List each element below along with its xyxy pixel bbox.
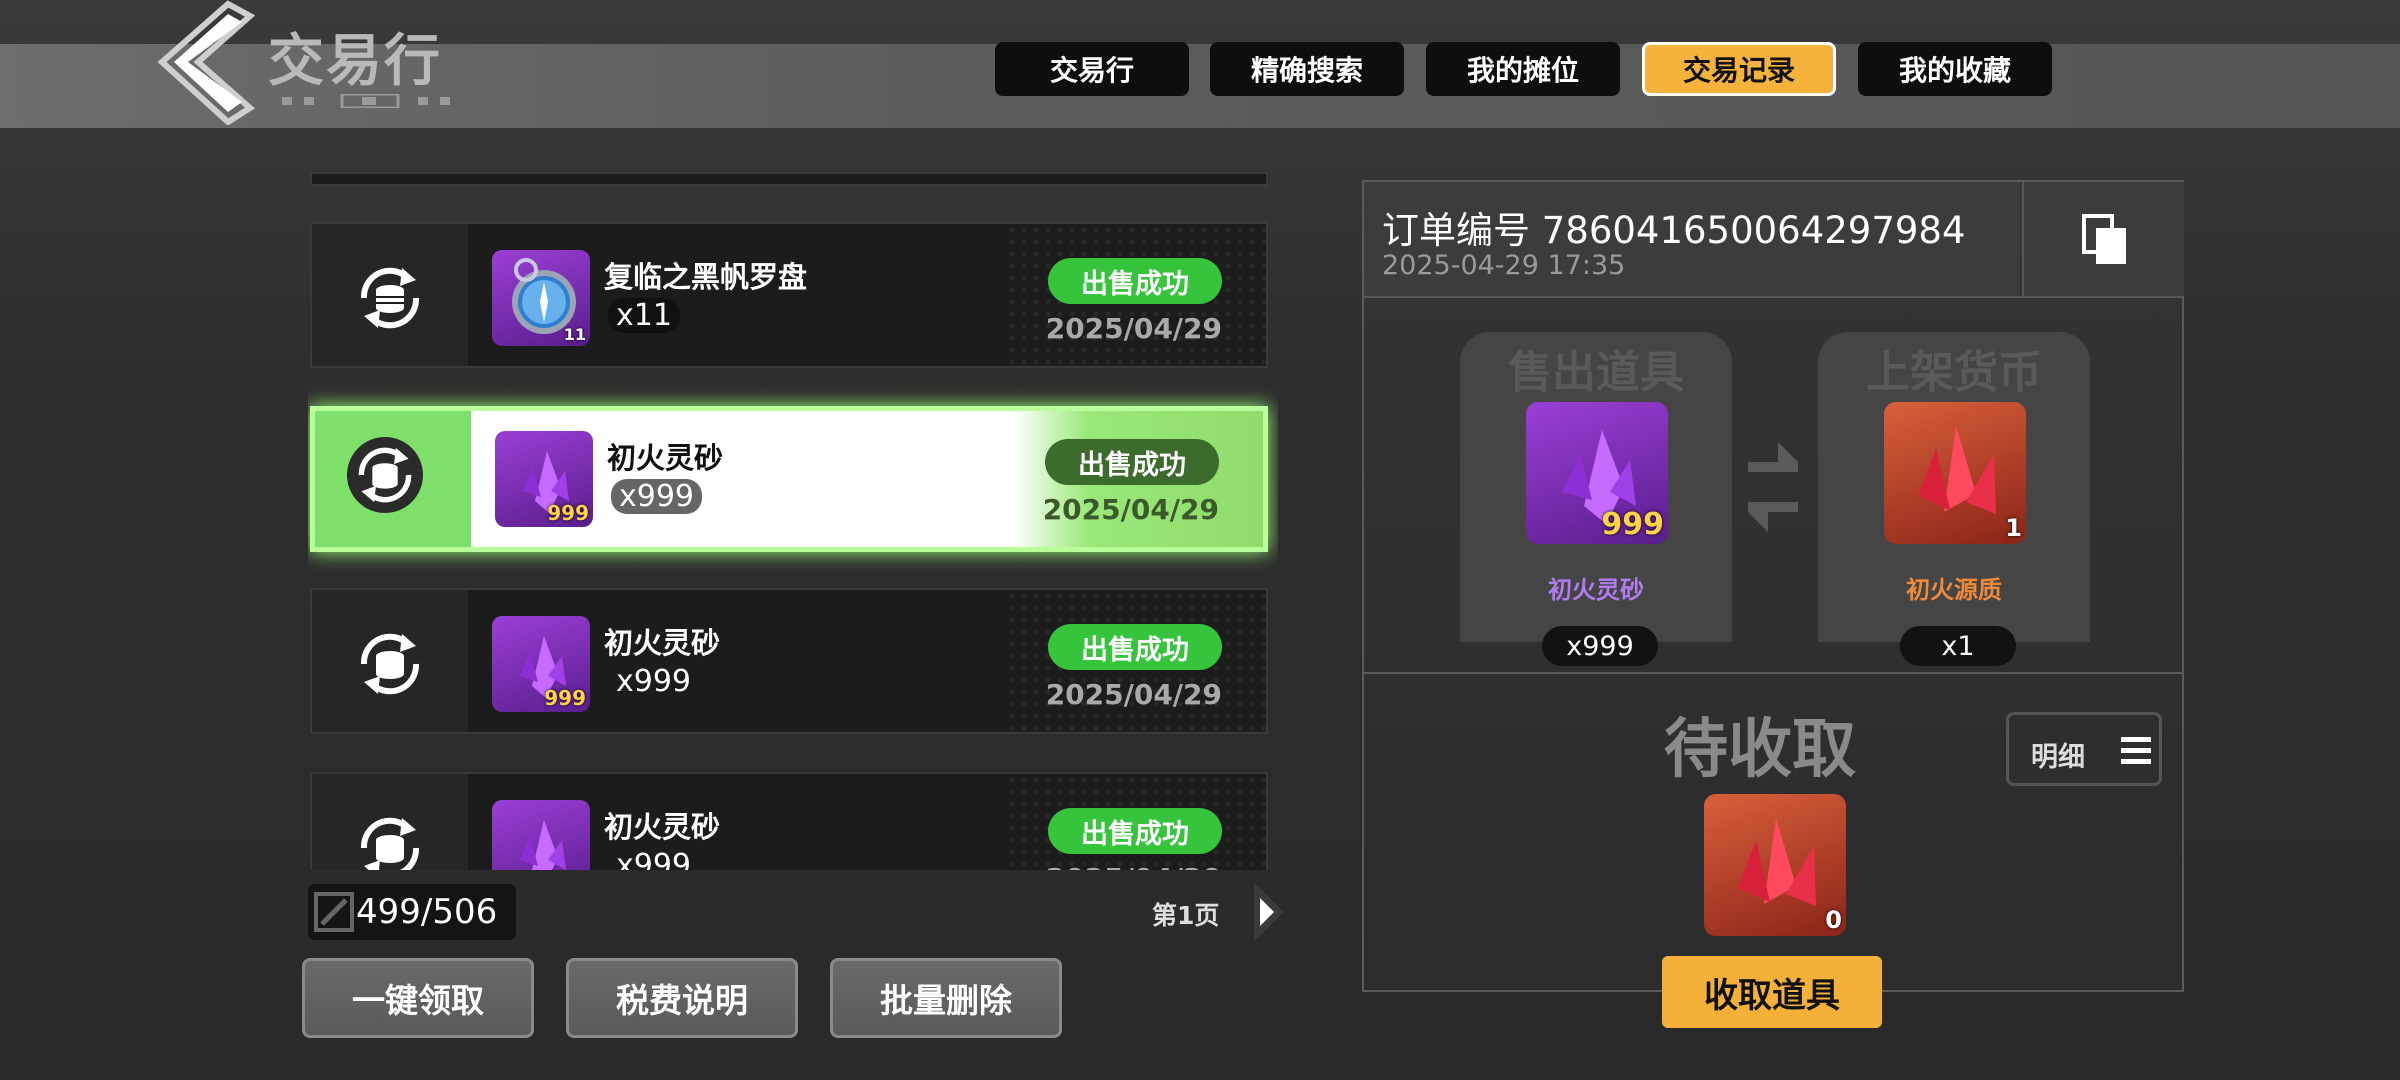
page-title: 交易行 (268, 29, 442, 94)
list-item[interactable]: 999 初火灵砂 x999 出售成功 2025/04/29 (310, 588, 1268, 734)
title-decoration (282, 94, 450, 108)
item-quantity: x999 (616, 848, 692, 870)
copy-icon (2082, 214, 2126, 264)
tax-info-label: 税费说明 (616, 981, 748, 1020)
record-date: 2025/04/29 (1045, 678, 1222, 711)
collect-items-button[interactable]: 收取道具 (1662, 956, 1882, 1028)
order-detail-panel: 订单编号 786041650064297984 2025-04-29 17:35… (1362, 180, 2184, 992)
detail-label: 明细 (2031, 742, 2085, 773)
batch-delete-label: 批量删除 (880, 981, 1012, 1020)
next-page-arrow-icon[interactable] (1252, 872, 1286, 952)
sold-item-badge: 999 (1601, 507, 1664, 542)
claim-all-label: 一键领取 (352, 981, 484, 1020)
tab-precise-search[interactable]: 精确搜索 (1210, 42, 1404, 96)
tab-trade-records[interactable]: 交易记录 (1642, 42, 1836, 96)
status-badge: 出售成功 (1048, 808, 1222, 854)
sold-item-title: 售出道具 (1508, 347, 1684, 398)
status-badge: 出售成功 (1048, 258, 1222, 304)
exchange-arrows-icon (1748, 442, 1798, 532)
order-time: 2025-04-29 17:35 (1382, 250, 1626, 281)
list-item[interactable]: 11 复临之黑帆罗盘 x11 出售成功 2025/04/29 (310, 222, 1268, 368)
price-item-badge: 1 (2005, 514, 2022, 542)
sold-item-thumb: 999 (1526, 402, 1668, 544)
item-quantity: x999 (616, 664, 692, 699)
sold-item-card: 售出道具 999 初火灵砂 (1460, 332, 1732, 642)
status-badge: 出售成功 (1045, 439, 1219, 485)
list-item-partial (310, 172, 1268, 186)
crystal-item-thumb: 999 (495, 431, 593, 527)
batch-delete-button[interactable]: 批量删除 (830, 958, 1062, 1038)
price-currency-name: 初火源质 (1906, 576, 2002, 604)
item-count-badge: 999 (547, 501, 589, 525)
price-currency-card: 上架货币 1 初火源质 (1818, 332, 2090, 642)
item-name: 初火灵砂 (607, 441, 724, 475)
recycle-coins-icon (360, 633, 420, 695)
claim-all-button[interactable]: 一键领取 (302, 958, 534, 1038)
purple-crystal-icon (520, 820, 566, 870)
trade-record-list[interactable]: 11 复临之黑帆罗盘 x11 出售成功 2025/04/29 999 初火灵砂 … (308, 168, 1278, 870)
item-count-badge: 11 (563, 325, 586, 344)
recycle-coins-icon (347, 437, 423, 513)
page-indicator: 第1页 (1152, 901, 1220, 930)
item-name: 复临之黑帆罗盘 (604, 260, 808, 294)
price-currency-qty: x1 (1900, 626, 2016, 666)
collect-items-label: 收取道具 (1704, 975, 1840, 1016)
tab-my-stall[interactable]: 我的摊位 (1426, 42, 1620, 96)
item-count-badge: 999 (544, 686, 586, 710)
order-number: 订单编号 786041650064297984 (1382, 209, 1966, 252)
edit-icon (314, 892, 354, 932)
list-icon (2121, 737, 2151, 764)
sold-item-qty: x999 (1542, 626, 1658, 666)
tax-info-button[interactable]: 税费说明 (566, 958, 798, 1038)
crystal-item-thumb: 999 (492, 616, 590, 712)
recycle-coins-icon (360, 267, 420, 329)
tab-trading-house[interactable]: 交易行 (995, 42, 1189, 96)
pending-item-thumb: 0 (1704, 794, 1846, 936)
record-counter: 499/506 (308, 884, 516, 940)
tab-my-favorites[interactable]: 我的收藏 (1858, 42, 2052, 96)
record-date: 2025/04/29 (1046, 862, 1222, 870)
record-count: 499/506 (356, 892, 498, 932)
order-header: 订单编号 786041650064297984 2025-04-29 17:35 (1364, 182, 2020, 296)
list-item-selected[interactable]: 999 初火灵砂 x999 出售成功 2025/04/29 (310, 406, 1268, 552)
list-item[interactable]: 999 初火灵砂 x999 出售成功 2025/04/29 (310, 772, 1268, 870)
detail-button[interactable]: 明细 (2006, 712, 2162, 786)
item-quantity: x11 (608, 298, 680, 333)
record-date: 2025/04/29 (1042, 493, 1219, 526)
crystal-item-thumb: 999 (492, 800, 590, 870)
back-arrow-icon[interactable] (150, 0, 260, 125)
recycle-coins-icon (360, 817, 420, 870)
price-currency-title: 上架货币 (1866, 347, 2042, 398)
pending-title: 待收取 (1664, 713, 1856, 787)
record-date: 2025/04/29 (1045, 312, 1222, 345)
sold-item-name: 初火灵砂 (1548, 576, 1644, 604)
compass-item-thumb: 11 (492, 250, 590, 346)
item-name: 初火灵砂 (604, 626, 721, 660)
status-badge: 出售成功 (1048, 624, 1222, 670)
item-name: 初火灵砂 (604, 810, 721, 844)
pending-item-badge: 0 (1825, 906, 1842, 934)
copy-button[interactable] (2022, 182, 2184, 296)
price-item-thumb: 1 (1884, 402, 2026, 544)
item-quantity: x999 (611, 479, 703, 514)
